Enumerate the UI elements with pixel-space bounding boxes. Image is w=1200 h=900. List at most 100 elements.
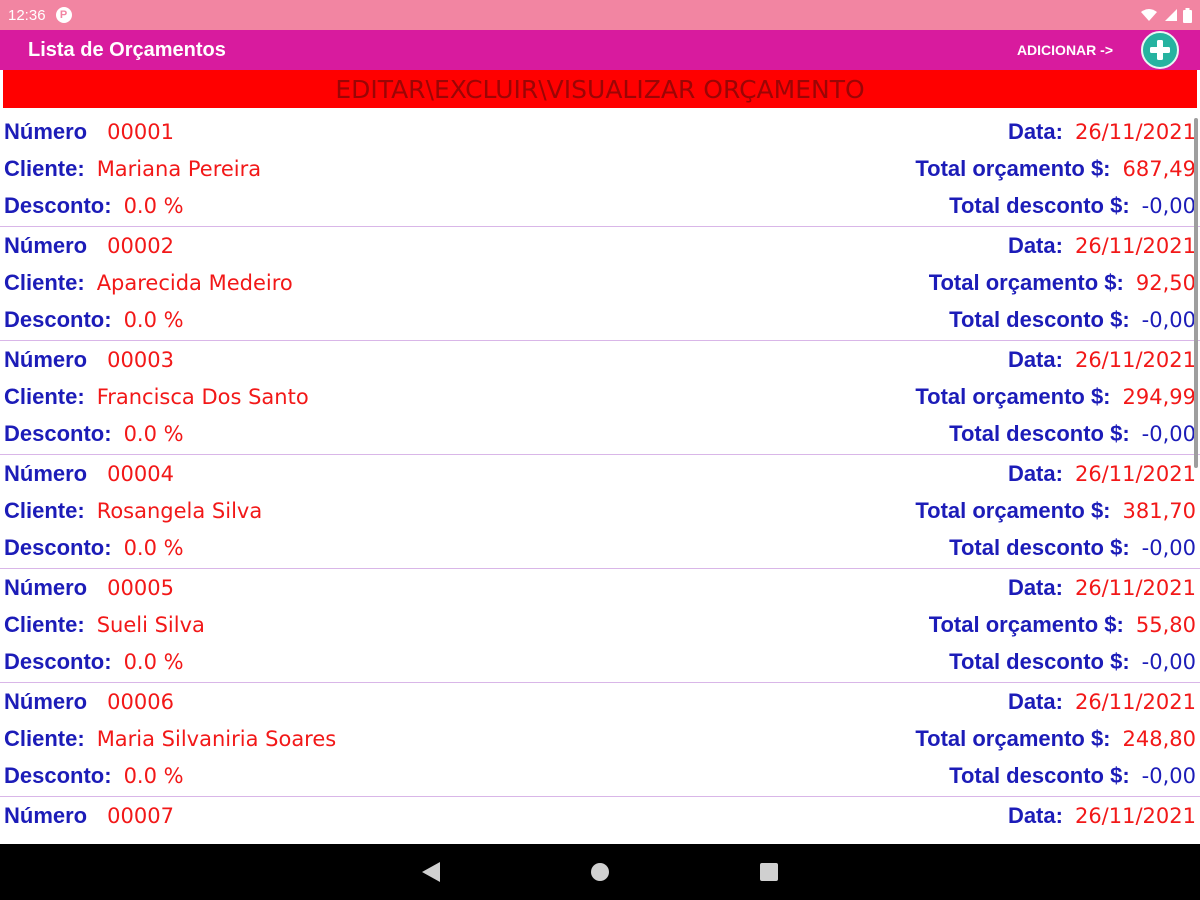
desconto-value: 0.0 % — [123, 307, 184, 332]
total_orcamento-label: Total orçamento $: — [915, 497, 1111, 523]
total-value: 248,80 — [1122, 726, 1196, 751]
scrollbar[interactable] — [1194, 118, 1198, 468]
list-item[interactable]: Número 00005 Data: 26/11/2021 Cliente: Sueli … — [0, 569, 1200, 683]
row-numero: Número 00007 Data: 26/11/2021 — [0, 797, 1200, 834]
desconto-value: 0.0 % — [123, 193, 184, 218]
back-triangle-icon[interactable] — [422, 862, 440, 882]
total_desconto-value: -0,00 — [1141, 649, 1196, 674]
row-cliente-left: Cliente: Mariana Pereira — [4, 156, 261, 182]
total_orcamento-label: Total orçamento $: — [915, 155, 1111, 181]
total-value: 687,49 — [1122, 156, 1196, 181]
row-cliente-right: Total orçamento $: 248,80 — [915, 726, 1196, 752]
numero-value: 00005 — [107, 575, 174, 600]
budget-list: Número 00001 Data: 26/11/2021 Cliente: Marian… — [0, 113, 1200, 844]
list-item[interactable]: Número 00006 Data: 26/11/2021 Cliente: Maria … — [0, 683, 1200, 797]
list-item[interactable]: Número 00003 Data: 26/11/2021 Cliente: Franci… — [0, 341, 1200, 455]
row-desconto: Desconto: 0.0 % Total desconto $: -0,00 — [0, 757, 1200, 794]
total-value: 92,50 — [1135, 270, 1196, 295]
row-numero-right: Data: 26/11/2021 — [1008, 347, 1196, 373]
page-title: Lista de Orçamentos — [28, 38, 226, 61]
total_desconto-label: Total desconto $: — [949, 762, 1130, 788]
row-cliente: Cliente: Mariana Pereira Total orçamento $… — [0, 150, 1200, 187]
list-item[interactable]: Número 00007 Data: 26/11/2021 — [0, 797, 1200, 844]
total_desconto-value: -0,00 — [1141, 307, 1196, 332]
row-numero-left: Número 00007 — [4, 803, 174, 829]
total_orcamento-label: Total orçamento $: — [928, 611, 1124, 637]
row-numero-left: Número 00005 — [4, 575, 174, 601]
row-desconto-left: Desconto: 0.0 % — [4, 307, 184, 333]
plus-icon — [1149, 39, 1171, 61]
row-numero: Número 00006 Data: 26/11/2021 — [0, 683, 1200, 720]
cliente-value: Francisca Dos Santo — [96, 384, 309, 409]
total_orcamento-label: Total orçamento $: — [915, 725, 1111, 751]
row-desconto-right: Total desconto $: -0,00 — [949, 307, 1196, 333]
total_orcamento-label: Total orçamento $: — [928, 269, 1124, 295]
desconto-label: Desconto: — [4, 534, 112, 560]
row-desconto-right: Total desconto $: -0,00 — [949, 763, 1196, 789]
data-label: Data: — [1007, 232, 1063, 258]
list-item[interactable]: Número 00004 Data: 26/11/2021 Cliente: Rosang… — [0, 455, 1200, 569]
total_desconto-value: -0,00 — [1141, 535, 1196, 560]
numero-label: Número — [4, 460, 88, 486]
row-desconto: Desconto: 0.0 % Total desconto $: -0,00 — [0, 187, 1200, 224]
row-desconto: Desconto: 0.0 % Total desconto $: -0,00 — [0, 301, 1200, 338]
row-numero: Número 00001 Data: 26/11/2021 — [0, 113, 1200, 150]
desconto-label: Desconto: — [4, 306, 112, 332]
numero-value: 00006 — [107, 689, 174, 714]
desconto-value: 0.0 % — [123, 763, 184, 788]
row-numero-right: Data: 26/11/2021 — [1008, 689, 1196, 715]
row-cliente: Cliente: Francisca Dos Santo Total orçamen… — [0, 378, 1200, 415]
cliente-label: Cliente: — [4, 155, 85, 181]
data-value: 26/11/2021 — [1074, 575, 1196, 600]
data-label: Data: — [1007, 574, 1063, 600]
numero-value: 00003 — [107, 347, 174, 372]
row-numero: Número 00002 Data: 26/11/2021 — [0, 227, 1200, 264]
desconto-label: Desconto: — [4, 762, 112, 788]
numero-value: 00007 — [107, 803, 174, 828]
numero-label: Número — [4, 574, 88, 600]
total_desconto-label: Total desconto $: — [949, 648, 1130, 674]
row-desconto-left: Desconto: 0.0 % — [4, 763, 184, 789]
row-desconto-right: Total desconto $: -0,00 — [949, 535, 1196, 561]
desconto-value: 0.0 % — [123, 649, 184, 674]
add-button[interactable] — [1141, 31, 1179, 69]
row-cliente: Cliente: Maria Silvaniria Soares Total orç… — [0, 720, 1200, 757]
desconto-value: 0.0 % — [123, 535, 184, 560]
numero-value: 00004 — [107, 461, 174, 486]
row-numero-left: Número 00001 — [4, 119, 174, 145]
row-numero-left: Número 00002 — [4, 233, 174, 259]
list-item[interactable]: Número 00001 Data: 26/11/2021 Cliente: Marian… — [0, 113, 1200, 227]
row-cliente-right: Total orçamento $: 294,99 — [915, 384, 1196, 410]
total_desconto-value: -0,00 — [1141, 193, 1196, 218]
cliente-value: Maria Silvaniria Soares — [96, 726, 337, 751]
data-label: Data: — [1007, 802, 1063, 828]
notification-app-icon: P — [55, 7, 72, 23]
row-cliente-left: Cliente: Maria Silvaniria Soares — [4, 726, 336, 752]
total_desconto-label: Total desconto $: — [949, 306, 1130, 332]
total_desconto-label: Total desconto $: — [949, 192, 1130, 218]
row-numero-left: Número 00006 — [4, 689, 174, 715]
row-numero-right: Data: 26/11/2021 — [1008, 575, 1196, 601]
navigation-bar — [0, 844, 1200, 900]
total_orcamento-label: Total orçamento $: — [915, 383, 1111, 409]
data-value: 26/11/2021 — [1074, 233, 1196, 258]
row-numero-right: Data: 26/11/2021 — [1008, 233, 1196, 259]
row-cliente: Cliente: Rosangela Silva Total orçamento $… — [0, 492, 1200, 529]
cliente-label: Cliente: — [4, 383, 85, 409]
list-item[interactable]: Número 00002 Data: 26/11/2021 Cliente: Aparec… — [0, 227, 1200, 341]
row-numero-right: Data: 26/11/2021 — [1008, 119, 1196, 145]
add-label[interactable]: ADICIONAR -> — [1017, 42, 1113, 58]
desconto-value: 0.0 % — [123, 421, 184, 446]
row-cliente-right: Total orçamento $: 55,80 — [929, 612, 1196, 638]
recents-square-icon[interactable] — [760, 863, 778, 881]
row-numero-right: Data: 26/11/2021 — [1008, 803, 1196, 829]
total_desconto-value: -0,00 — [1141, 421, 1196, 446]
home-circle-icon[interactable] — [590, 862, 610, 882]
total-value: 381,70 — [1122, 498, 1196, 523]
data-value: 26/11/2021 — [1074, 689, 1196, 714]
data-label: Data: — [1007, 460, 1063, 486]
cliente-label: Cliente: — [4, 611, 85, 637]
row-cliente: Cliente: Aparecida Medeiro Total orçamento… — [0, 264, 1200, 301]
desconto-label: Desconto: — [4, 192, 112, 218]
cliente-label: Cliente: — [4, 269, 85, 295]
